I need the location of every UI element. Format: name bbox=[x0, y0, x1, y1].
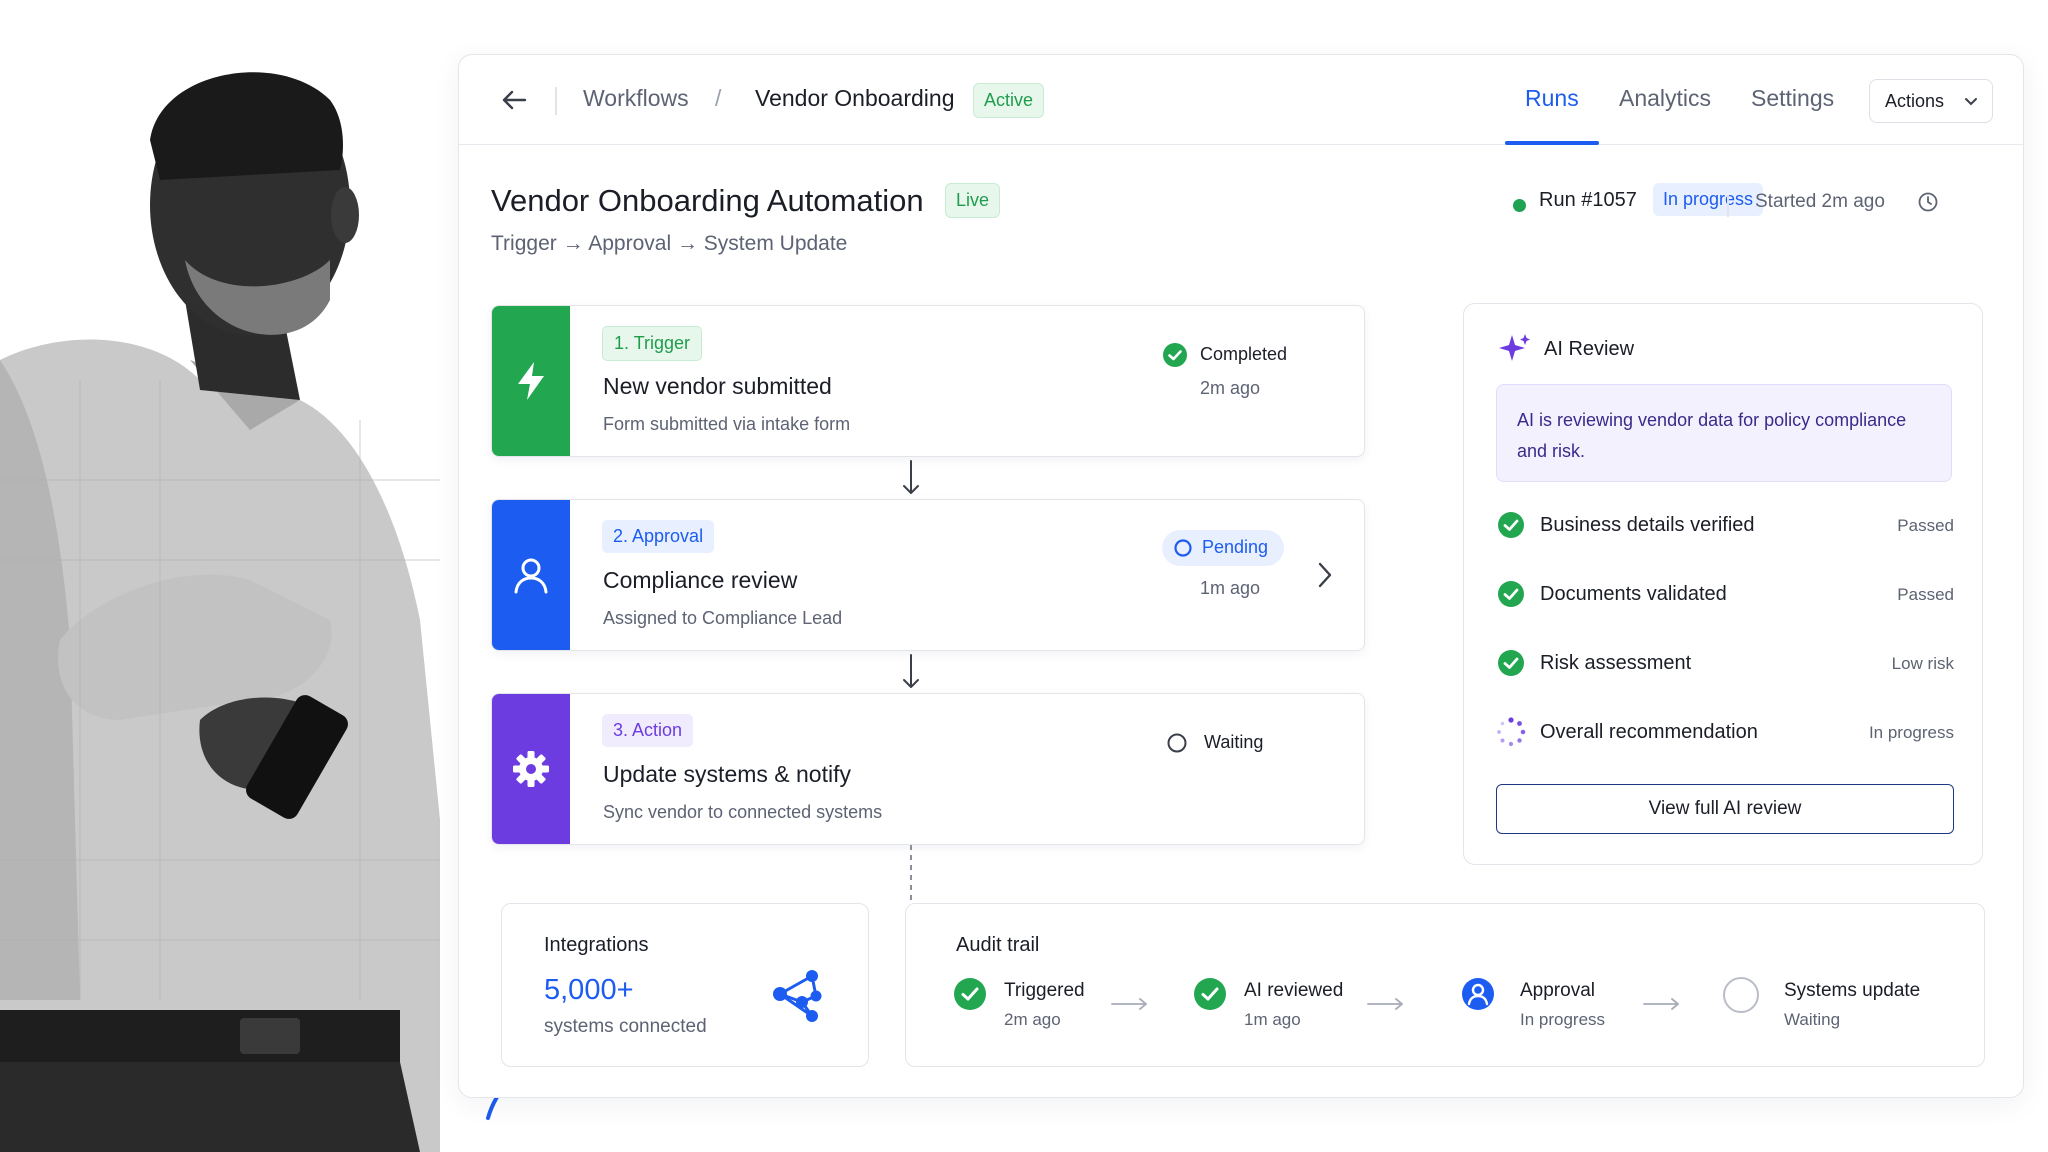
check-circle-icon bbox=[1498, 581, 1524, 607]
ai-check-row: Business details verified Passed bbox=[1496, 510, 1954, 542]
back-arrow-icon[interactable] bbox=[497, 83, 531, 117]
audit-step-time: 1m ago bbox=[1244, 1010, 1301, 1029]
right-arrow-icon bbox=[1111, 998, 1147, 1010]
step-title: Compliance review bbox=[603, 567, 798, 593]
step-chip: 1. Trigger bbox=[602, 326, 703, 361]
audit-step-label: Systems update bbox=[1784, 980, 1921, 1001]
workflow-path: Trigger → Approval → System Update bbox=[491, 232, 848, 255]
ai-check-row: Overall recommendation In progress bbox=[1496, 717, 1954, 749]
breadcrumb-separator: / bbox=[715, 85, 722, 111]
user-icon bbox=[514, 558, 548, 594]
audit-trail-title: Audit trail bbox=[956, 934, 1040, 956]
integrations-card: Integrations 5,000+ systems connected bbox=[501, 903, 869, 1067]
audit-step-label: AI reviewed bbox=[1244, 980, 1344, 1001]
audit-step-time: 2m ago bbox=[1004, 1010, 1061, 1029]
actions-label: Actions bbox=[1885, 90, 1945, 111]
chevron-right-icon[interactable] bbox=[1316, 560, 1334, 590]
ai-review-title: AI Review bbox=[1544, 338, 1635, 360]
ai-check-value: In progress bbox=[1868, 723, 1954, 742]
ai-review-note: AI is reviewing vendor data for policy c… bbox=[1496, 384, 1952, 482]
network-icon bbox=[773, 970, 822, 1022]
step-title: New vendor submitted bbox=[603, 373, 832, 399]
workflow-window: Workflows / Vendor Onboarding Active Run… bbox=[458, 54, 2024, 1098]
pending-status-pill: Pending bbox=[1162, 530, 1284, 566]
step-title: Update systems & notify bbox=[603, 761, 851, 787]
view-full-ai-review-button[interactable]: View full AI review bbox=[1496, 784, 1954, 834]
step-rail bbox=[492, 694, 570, 844]
integrations-label: Integrations bbox=[544, 934, 649, 956]
ai-check-value: Low risk bbox=[1891, 654, 1954, 673]
run-status-badge: In progress bbox=[1653, 183, 1764, 216]
right-arrow-icon bbox=[1367, 998, 1403, 1010]
step-status: Completed bbox=[1200, 344, 1288, 364]
loading-spinner-icon bbox=[1497, 717, 1526, 747]
status-badge-active: Active bbox=[973, 83, 1045, 118]
step-chip: 2. Approval bbox=[602, 520, 715, 553]
dashed-connector bbox=[910, 845, 912, 903]
tab-analytics[interactable]: Analytics bbox=[1619, 85, 1711, 112]
step-rail bbox=[492, 306, 570, 456]
right-arrow-icon bbox=[1643, 998, 1679, 1010]
ai-check-label: Risk assessment bbox=[1540, 652, 1692, 674]
sparkle-icon bbox=[1499, 334, 1530, 361]
audit-trail-card: Audit trail Triggered 2m ago AI reviewed… bbox=[905, 903, 1985, 1067]
ai-check-value: Passed bbox=[1897, 516, 1954, 535]
ai-check-row: Risk assessment Low risk bbox=[1496, 648, 1954, 680]
step-card-approval[interactable]: 2. Approval Compliance review Assigned t… bbox=[491, 499, 1365, 651]
person-illustration bbox=[0, 72, 440, 1152]
run-id: Run #1057 bbox=[1539, 189, 1637, 211]
ai-check-label: Overall recommendation bbox=[1540, 721, 1758, 743]
lightning-icon bbox=[518, 362, 544, 400]
ai-review-panel: AI Review AI is reviewing vendor data fo… bbox=[1463, 303, 1983, 865]
step-card-action[interactable]: 3. Action Update systems & notify Sync v… bbox=[491, 693, 1365, 845]
down-arrow-icon bbox=[903, 654, 919, 688]
ai-check-label: Documents validated bbox=[1540, 583, 1727, 605]
divider bbox=[555, 87, 557, 115]
gear-icon bbox=[513, 751, 549, 787]
live-badge: Live bbox=[945, 183, 1001, 218]
user-circle-icon bbox=[1462, 978, 1494, 1010]
top-bar: Workflows / Vendor Onboarding Active Run… bbox=[459, 55, 2023, 145]
run-status-dot bbox=[1513, 199, 1526, 212]
run-started-time: Started 2m ago bbox=[1755, 191, 1885, 212]
audit-step-status: Waiting bbox=[1784, 1010, 1841, 1029]
step-card-trigger[interactable]: 1. Trigger New vendor submitted Form sub… bbox=[491, 305, 1365, 457]
active-tab-indicator bbox=[1505, 141, 1599, 145]
step-description: Form submitted via intake form bbox=[603, 414, 851, 434]
empty-circle-icon bbox=[1167, 733, 1187, 753]
chevron-down-icon bbox=[1965, 98, 1977, 106]
ai-check-value: Passed bbox=[1897, 585, 1954, 604]
audit-step-status: In progress bbox=[1520, 1010, 1606, 1029]
page-title: Vendor Onboarding Automation bbox=[491, 183, 924, 218]
clock-icon bbox=[1918, 192, 1938, 212]
step-status: Pending bbox=[1202, 537, 1269, 557]
check-circle-icon bbox=[1498, 650, 1524, 676]
ai-check-row: Documents validated Passed bbox=[1496, 579, 1954, 611]
step-description: Assigned to Compliance Lead bbox=[603, 608, 843, 628]
actions-dropdown[interactable]: Actions bbox=[1869, 79, 1993, 123]
check-circle-icon bbox=[1194, 978, 1226, 1010]
integrations-subtitle: systems connected bbox=[544, 1016, 707, 1037]
step-status: Waiting bbox=[1204, 732, 1264, 752]
step-time: 1m ago bbox=[1200, 578, 1261, 598]
check-circle-icon bbox=[1163, 343, 1187, 367]
check-circle-icon bbox=[1498, 512, 1524, 538]
audit-step-label: Approval bbox=[1520, 980, 1595, 1001]
divider bbox=[1727, 195, 1729, 217]
step-rail bbox=[492, 500, 570, 650]
down-arrow-icon bbox=[903, 460, 919, 494]
breadcrumb-workflows[interactable]: Workflows bbox=[583, 85, 689, 112]
tab-settings[interactable]: Settings bbox=[1751, 85, 1834, 112]
integrations-count: 5,000+ bbox=[544, 974, 634, 1006]
step-chip: 3. Action bbox=[602, 714, 694, 747]
check-circle-icon bbox=[954, 978, 986, 1010]
audit-step-label: Triggered bbox=[1004, 980, 1085, 1001]
step-time: 2m ago bbox=[1200, 378, 1261, 398]
tab-runs[interactable]: Runs bbox=[1525, 85, 1579, 112]
step-description: Sync vendor to connected systems bbox=[603, 802, 883, 822]
pending-circle-icon bbox=[1174, 539, 1192, 557]
empty-circle-icon bbox=[1723, 977, 1759, 1013]
breadcrumb-vendor-onboarding: Vendor Onboarding bbox=[755, 85, 955, 111]
ai-check-label: Business details verified bbox=[1540, 514, 1755, 536]
